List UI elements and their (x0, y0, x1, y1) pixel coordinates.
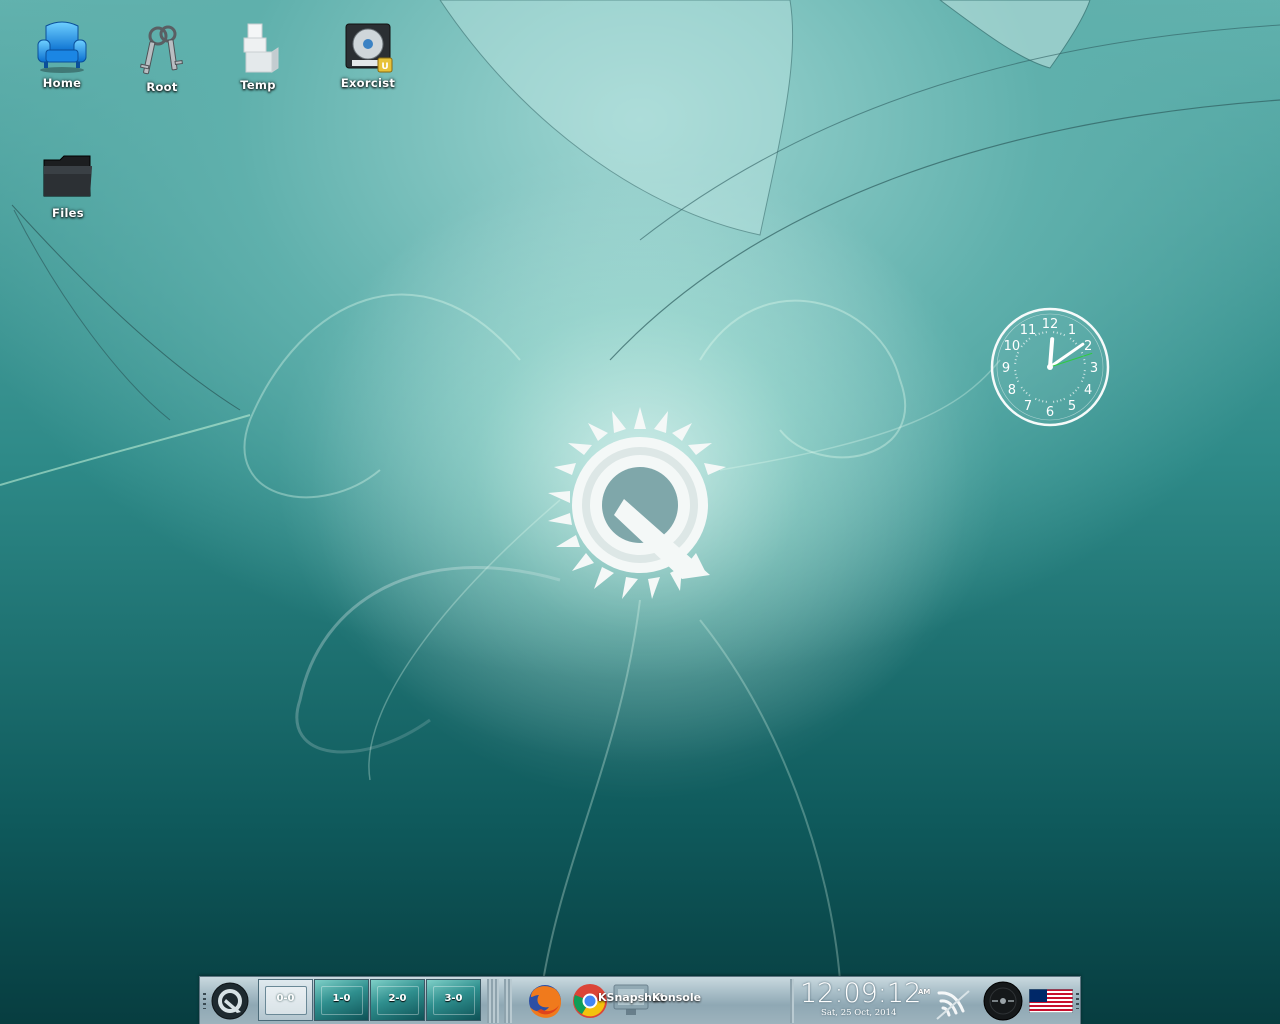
pager-desktop-2[interactable]: 2-0 (370, 979, 425, 1021)
clock-numeral: 6 (1046, 405, 1054, 420)
keys-icon (139, 25, 183, 75)
clock-tick (1015, 355, 1018, 357)
pager-desktop-3[interactable]: 3-0 (426, 979, 481, 1021)
desktop-icon-label: Exorcist (340, 76, 396, 90)
us-flag-icon[interactable] (1029, 989, 1073, 1013)
desktop-icon-exorcist[interactable]: U Exorcist (326, 18, 410, 90)
panel-separator (504, 979, 512, 1023)
desktop-icon-files[interactable]: Files (26, 148, 110, 220)
panel-handle-right[interactable] (1076, 993, 1079, 1009)
clock-tick (1038, 332, 1040, 335)
clock-numeral: 9 (1002, 361, 1010, 376)
desktop-icon-label: Root (146, 80, 178, 94)
armchair-icon (37, 21, 87, 73)
desktop-pager: 0-0 1-0 2-0 3-0 (258, 979, 482, 1023)
desktop-icon-home[interactable]: Home (20, 18, 104, 90)
clock-numeral: 2 (1084, 339, 1092, 354)
digital-clock-ampm: AM (918, 988, 931, 996)
firefox-icon[interactable] (525, 981, 565, 1021)
analog-clock-widget[interactable]: 12 12 3 45678 9 1011 (988, 305, 1112, 429)
clock-numeral: 8 (1008, 383, 1016, 398)
taskbar-panel: 0-0 1-0 2-0 3-0 KSnapshot Konsole 12:09:12 … (199, 976, 1081, 1024)
wifi-icon[interactable] (933, 983, 973, 1021)
digital-clock-time[interactable]: 12:09:12 (800, 978, 921, 1009)
hard-drive-icon: U (345, 23, 393, 73)
panel-separator (487, 979, 499, 1023)
pager-desktop-1[interactable]: 1-0 (314, 979, 369, 1021)
clock-tick (1015, 377, 1018, 379)
boxes-icon (243, 23, 279, 73)
wallpaper (0, 0, 1280, 1024)
clock-numeral: 4 (1084, 383, 1092, 398)
folder-icon (43, 155, 92, 197)
digital-clock-date: Sat, 25 Oct, 2014 (821, 1008, 897, 1018)
media-player-icon[interactable] (982, 980, 1024, 1022)
desktop-icon-label: Files (52, 206, 84, 220)
panel-separator (790, 979, 794, 1023)
pager-desktop-label: 3-0 (444, 993, 463, 1004)
pager-desktop-label: 0-0 (276, 993, 295, 1004)
clock-center-pin (1047, 364, 1053, 370)
desktop-icon-root[interactable]: Root (120, 22, 204, 94)
clock-tick (1060, 332, 1062, 335)
desktop-icon-temp[interactable]: Temp (216, 20, 300, 92)
desktop-icon-label: Temp (240, 78, 276, 92)
clock-numeral: 12 (1042, 317, 1059, 332)
clock-numeral: 3 (1090, 361, 1098, 376)
clock-hour-hand (1048, 337, 1055, 369)
desktop-icon-label: Home (42, 76, 82, 90)
clock-tick (1060, 399, 1062, 402)
clock-numeral: 5 (1068, 399, 1076, 414)
clock-numeral: 7 (1024, 399, 1032, 414)
task-konsole[interactable]: Konsole (652, 991, 701, 1004)
start-menu-button[interactable] (210, 981, 250, 1021)
clock-numeral: 1 (1068, 323, 1076, 338)
pager-desktop-0[interactable]: 0-0 (258, 979, 313, 1021)
clock-tick (1038, 399, 1040, 402)
clock-numeral: 10 (1004, 339, 1021, 354)
pager-desktop-label: 1-0 (332, 993, 351, 1004)
panel-handle-left[interactable] (203, 993, 206, 1009)
pager-desktop-label: 2-0 (388, 993, 407, 1004)
svg-text:U: U (381, 62, 388, 72)
clock-numeral: 11 (1020, 323, 1037, 338)
clock-tick (1082, 377, 1085, 379)
